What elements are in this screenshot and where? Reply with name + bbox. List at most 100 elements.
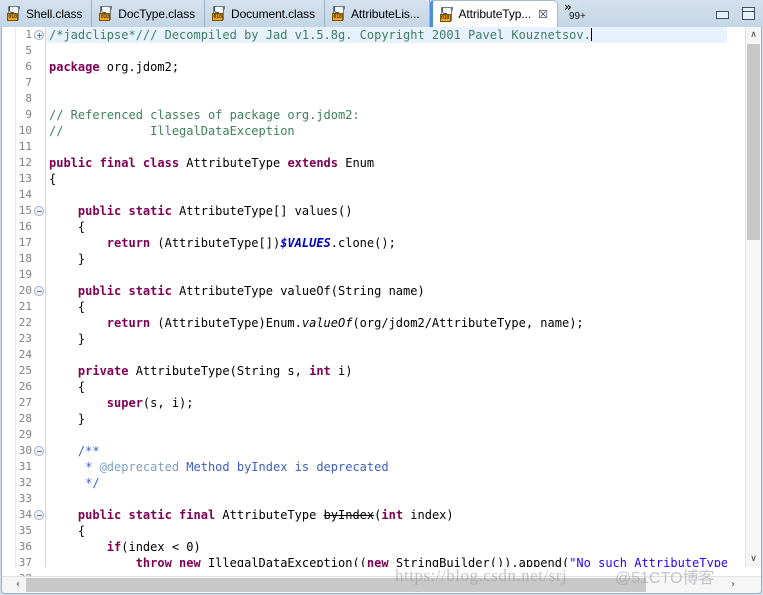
code-line: throw new IllegalDataException((new Stri…	[47, 555, 727, 567]
class-file-icon: 010	[212, 6, 226, 21]
code-token: {	[49, 524, 86, 538]
code-token: AttributeType	[186, 156, 288, 170]
line-number: 36	[18, 540, 32, 553]
code-token: }	[49, 412, 86, 426]
class-file-icon: 010	[439, 6, 454, 22]
maximize-icon[interactable]	[742, 7, 755, 20]
editor-tab-label: Document.class	[231, 6, 315, 21]
fold-toggle-icon[interactable]	[34, 446, 44, 456]
code-token: /*jadclipse*/	[49, 28, 143, 42]
line-number: 35	[18, 524, 32, 537]
code-token: (AttributeType[])	[157, 236, 281, 250]
code-token: return	[106, 236, 158, 250]
scroll-left-icon[interactable]: ‹	[10, 577, 26, 593]
line-number: 10	[18, 124, 32, 137]
code-token: {	[49, 300, 86, 314]
line-number: 29	[18, 428, 32, 441]
fold-toggle-icon[interactable]	[34, 286, 44, 296]
code-token: index)	[410, 508, 454, 522]
line-number: 37	[18, 556, 32, 569]
horizontal-scrollbar[interactable]: ‹ ›	[2, 576, 761, 593]
line-number: 8	[25, 92, 32, 105]
vertical-scrollbar-thumb[interactable]	[747, 44, 760, 240]
editor-tab-doctype-class[interactable]: 010 DocType.class	[92, 0, 205, 27]
editor-tab-document-class[interactable]: 010 Document.class	[205, 0, 325, 27]
code-line: {	[47, 523, 727, 539]
code-line: * @deprecated Method byIndex is deprecat…	[47, 459, 727, 475]
code-line: {	[47, 299, 727, 315]
code-token: int	[309, 364, 338, 378]
editor-tab-attributelist-class[interactable]: 010 AttributeLis...	[324, 0, 430, 27]
class-file-icon: 010	[99, 6, 113, 21]
code-token: public static	[77, 284, 180, 298]
line-number: 22	[18, 316, 32, 329]
editor-tab-attributetype-class[interactable]: 010 AttributeTyp... ☒	[429, 0, 558, 27]
horizontal-scrollbar-thumb[interactable]	[26, 578, 646, 592]
vertical-scrollbar[interactable]: ∧ ∨	[745, 27, 761, 567]
fold-toggle-icon[interactable]	[34, 510, 44, 520]
code-token: (s, i);	[142, 396, 194, 410]
code-token: AttributeType	[222, 508, 324, 522]
code-token: AttributeType[] values()	[179, 204, 353, 218]
code-token: // Referenced classes of package org.jdo…	[49, 108, 360, 122]
code-token: return	[106, 316, 158, 330]
line-number: 33	[18, 492, 32, 505]
code-token: "No such AttributeType "	[569, 556, 727, 567]
code-token: throw new	[135, 556, 208, 567]
line-number: 31	[18, 460, 32, 473]
line-number: 34	[2, 507, 45, 523]
line-number: 20	[2, 283, 45, 299]
line-number-gutter: 1 5 6 7 8 9 10 11 12 13 14 15 16 17 18 19 20 21 22 23 24 25 26…	[2, 27, 46, 593]
line-number: 21	[18, 300, 32, 313]
code-line: public final class AttributeType extends…	[47, 155, 727, 171]
code-line: public static final AttributeType byInde…	[47, 507, 727, 523]
line-number: 26	[18, 380, 32, 393]
scroll-right-icon[interactable]: ›	[725, 577, 741, 593]
code-token: {	[49, 380, 86, 394]
code-line: {	[47, 219, 727, 235]
text-caret	[590, 28, 592, 41]
code-token: {	[49, 220, 86, 234]
fold-toggle-icon[interactable]	[34, 206, 44, 216]
tab-bar-spacer	[577, 0, 716, 27]
line-number: 23	[18, 332, 32, 345]
line-number: 11	[18, 140, 32, 153]
line-number: 16	[18, 220, 32, 233]
scroll-down-icon[interactable]: ∨	[746, 551, 761, 567]
code-line: return (AttributeType)Enum.valueOf(org/j…	[47, 315, 727, 331]
code-token: $VALUES	[280, 236, 331, 250]
code-token: IllegalDataException((	[207, 556, 367, 567]
code-token: /**	[49, 444, 100, 458]
editor-tab-label: DocType.class	[118, 6, 195, 21]
code-token: }	[49, 332, 86, 346]
code-token: if	[106, 540, 122, 554]
code-line: public static AttributeType valueOf(Stri…	[47, 283, 727, 299]
code-editor-area[interactable]: /*jadclipse*/// Decompiled by Jad v1.5.8…	[47, 27, 727, 567]
fold-toggle-icon[interactable]	[34, 30, 44, 40]
line-number: 28	[18, 412, 32, 425]
code-line: return (AttributeType[])$VALUES.clone();	[47, 235, 727, 251]
minimize-icon[interactable]	[716, 10, 729, 19]
scroll-up-icon[interactable]: ∧	[746, 27, 761, 43]
class-file-icon: 010	[331, 6, 346, 21]
line-number: 12	[18, 156, 32, 169]
code-line: }	[47, 411, 727, 427]
code-line: private AttributeType(String s, int i)	[47, 363, 727, 379]
code-line: {	[47, 171, 727, 187]
line-number: 14	[18, 188, 32, 201]
close-icon[interactable]: ☒	[538, 9, 548, 20]
tab-overflow-chevron[interactable]: » 99+	[557, 0, 586, 27]
code-token: new	[366, 556, 396, 567]
editor-tab-shell-class[interactable]: 010 Shell.class	[0, 0, 93, 27]
code-line: package org.jdom2;	[47, 59, 727, 75]
